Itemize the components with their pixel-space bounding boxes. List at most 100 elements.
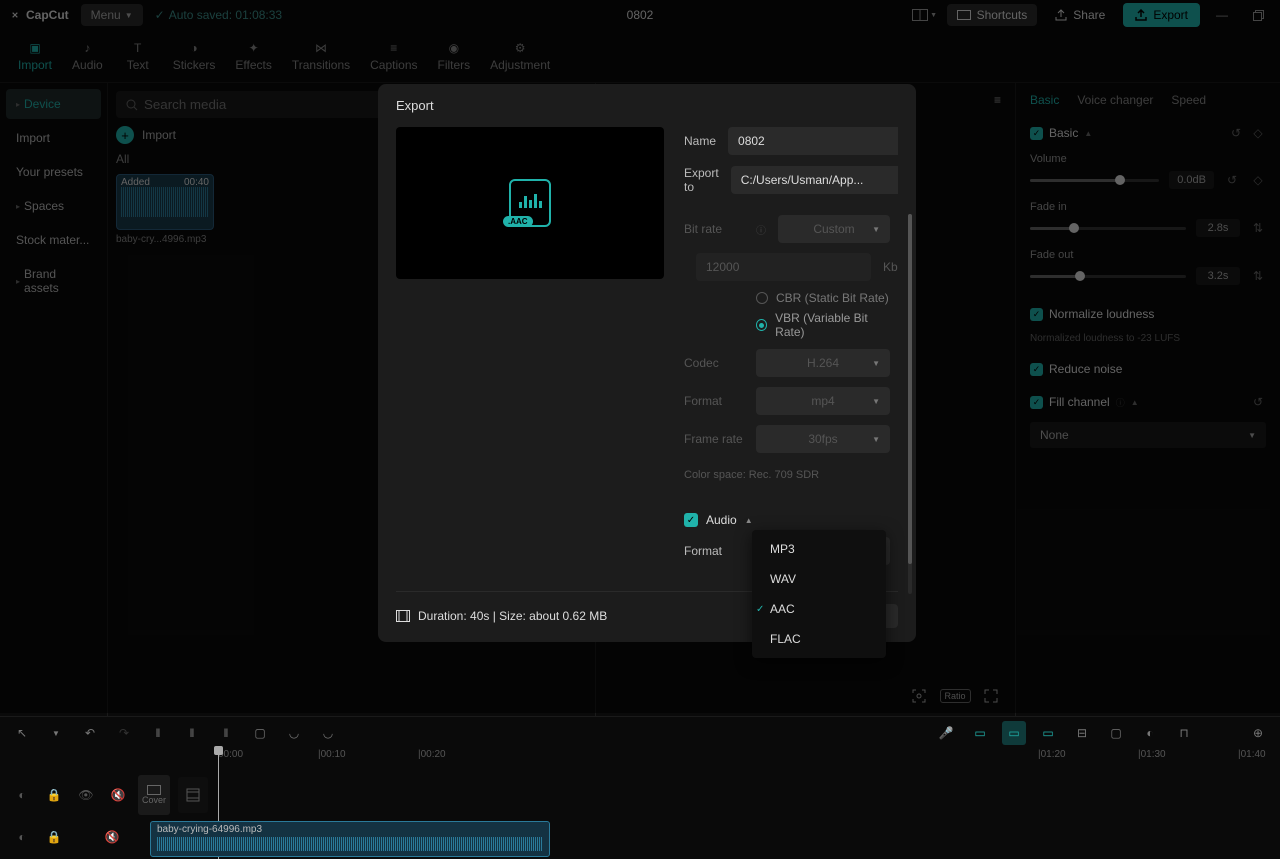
audio-checkbox[interactable]: ✓ <box>684 513 698 527</box>
reset-icon[interactable]: ↺ <box>1228 125 1244 141</box>
framerate-select[interactable]: 30fps ▼ <box>756 425 890 453</box>
chevron-down-icon: ▼ <box>930 12 937 19</box>
tool-tab-text[interactable]: TText <box>115 36 161 76</box>
tool-tab-stickers[interactable]: ◑Stickers <box>165 36 224 76</box>
keyframe-icon[interactable]: ◇ <box>1250 172 1266 188</box>
audio-track-lock[interactable]: 🔒 <box>42 825 66 849</box>
sidebar-item-stockmater[interactable]: Stock mater... <box>6 225 101 255</box>
volume-value[interactable]: 0.0dB <box>1169 171 1214 189</box>
normalize-checkbox[interactable]: ✓ <box>1030 308 1043 321</box>
bookmark-tool[interactable]: ◡ <box>316 721 340 745</box>
cursor-tool[interactable]: ↖ <box>10 721 34 745</box>
track-toggle[interactable]: ◐ <box>10 783 34 807</box>
export-to-input[interactable] <box>731 166 898 194</box>
ripple-tool[interactable]: ◐ <box>1138 721 1162 745</box>
tab-voice-changer[interactable]: Voice changer <box>1077 93 1153 107</box>
fill-channel-checkbox[interactable]: ✓ <box>1030 396 1043 409</box>
monitor-tool[interactable]: ▢ <box>1104 721 1128 745</box>
format-option-mp3[interactable]: MP3 <box>752 534 886 564</box>
name-input[interactable] <box>728 127 898 155</box>
vbr-radio[interactable]: VBR (Variable Bit Rate) <box>756 311 890 339</box>
menu-button[interactable]: Menu ▼ <box>81 4 143 26</box>
format-option-wav[interactable]: WAV <box>752 564 886 594</box>
trim-left-tool[interactable]: ‖ <box>180 721 204 745</box>
sidebar-item-spaces[interactable]: ▸Spaces <box>6 191 101 221</box>
export-label: Export <box>1153 8 1188 22</box>
audio-track-mute[interactable]: 🔇 <box>100 825 124 849</box>
stepper-icon[interactable]: ⇅ <box>1250 220 1266 236</box>
fill-channel-select[interactable]: None ▼ <box>1030 422 1266 448</box>
import-add-button[interactable]: + <box>116 126 134 144</box>
clip-name: baby-crying-64996.mp3 <box>157 824 262 835</box>
fullscreen-button[interactable] <box>979 684 1003 708</box>
scan-button[interactable] <box>907 684 931 708</box>
volume-slider[interactable] <box>1030 179 1159 182</box>
delete-tool[interactable]: ▢ <box>248 721 272 745</box>
tool-tab-effects[interactable]: ✦Effects <box>227 36 279 76</box>
cbr-radio[interactable]: CBR (Static Bit Rate) <box>756 291 890 305</box>
fade-in-slider[interactable] <box>1030 227 1186 230</box>
stepper-icon[interactable]: ⇅ <box>1250 268 1266 284</box>
bitrate-input[interactable] <box>696 253 871 281</box>
audio-tool-2[interactable]: ▭ <box>1002 721 1026 745</box>
tool-tab-audio[interactable]: ♪Audio <box>64 36 111 76</box>
tool-dropdown[interactable]: ▼ <box>44 721 68 745</box>
reset-icon[interactable]: ↺ <box>1250 394 1266 410</box>
fade-out-slider[interactable] <box>1030 275 1186 278</box>
bitrate-select[interactable]: Custom ▼ <box>778 215 890 243</box>
tab-label: Filters <box>438 58 471 72</box>
split-tool[interactable]: ‖ <box>146 721 170 745</box>
audio-track-toggle[interactable]: ◐ <box>10 825 34 849</box>
audio-tool-1[interactable]: ▭ <box>968 721 992 745</box>
undo-button[interactable]: ↶ <box>78 721 102 745</box>
layout-toggle-button[interactable]: ▼ <box>911 3 939 27</box>
ruler-mark: |00:20 <box>418 749 446 760</box>
trim-right-tool[interactable]: ‖ <box>214 721 238 745</box>
marker-tool[interactable]: ◡ <box>282 721 306 745</box>
keyframe-icon[interactable]: ◇ <box>1250 125 1266 141</box>
sidebar-item-yourpresets[interactable]: Your presets <box>6 157 101 187</box>
export-button[interactable]: Export <box>1123 3 1200 27</box>
zoom-tool[interactable]: ⊕ <box>1246 721 1270 745</box>
track-visible[interactable]: 👁 <box>74 783 98 807</box>
reset-icon[interactable]: ↺ <box>1224 172 1240 188</box>
sidebar-item-brandassets[interactable]: ▸Brand assets <box>6 259 101 303</box>
tool-tab-adjustment[interactable]: ⚙Adjustment <box>482 36 558 76</box>
reduce-noise-checkbox[interactable]: ✓ <box>1030 363 1043 376</box>
modal-scrollbar[interactable] <box>908 214 912 594</box>
format-option-aac[interactable]: ✓AAC <box>752 594 886 624</box>
magnet-tool[interactable]: ⊓ <box>1172 721 1196 745</box>
basic-checkbox[interactable]: ✓ <box>1030 127 1043 140</box>
tool-tab-captions[interactable]: ≡Captions <box>362 36 425 76</box>
timeline-audio-clip[interactable]: baby-crying-64996.mp3 <box>150 821 550 857</box>
track-mute[interactable]: 🔇 <box>106 783 130 807</box>
format-option-flac[interactable]: FLAC <box>752 624 886 654</box>
codec-select[interactable]: H.264 ▼ <box>756 349 890 377</box>
tool-tab-import[interactable]: ▣Import <box>10 36 60 76</box>
tool-tab-filters[interactable]: ◉Filters <box>430 36 479 76</box>
mic-button[interactable]: 🎤 <box>934 721 958 745</box>
sidebar-item-device[interactable]: ▸Device <box>6 89 101 119</box>
fade-in-value[interactable]: 2.8s <box>1196 219 1240 237</box>
track-lock[interactable]: 🔒 <box>42 783 66 807</box>
tab-speed[interactable]: Speed <box>1171 93 1206 107</box>
player-menu-icon[interactable]: ≡ <box>994 93 1001 107</box>
video-format-select[interactable]: mp4 ▼ <box>756 387 890 415</box>
tab-basic[interactable]: Basic <box>1030 93 1059 107</box>
align-tool[interactable]: ⊟ <box>1070 721 1094 745</box>
tool-tab-transitions[interactable]: ⋈Transitions <box>284 36 358 76</box>
maximize-icon <box>1253 10 1264 21</box>
audio-tool-3[interactable]: ▭ <box>1036 721 1060 745</box>
media-clip-thumb[interactable]: Added 00:40 <box>116 174 214 230</box>
modal-title: Export <box>396 98 898 113</box>
fade-out-value[interactable]: 3.2s <box>1196 267 1240 285</box>
share-button[interactable]: Share <box>1045 4 1115 26</box>
track-add[interactable] <box>178 777 208 813</box>
shortcuts-button[interactable]: Shortcuts <box>947 4 1038 26</box>
minimize-button[interactable]: — <box>1208 3 1236 27</box>
maximize-button[interactable] <box>1244 3 1272 27</box>
ratio-button[interactable]: Ratio <box>943 684 967 708</box>
redo-button[interactable]: ↷ <box>112 721 136 745</box>
sidebar-item-import[interactable]: Import <box>6 123 101 153</box>
track-cover[interactable]: Cover <box>138 775 170 815</box>
